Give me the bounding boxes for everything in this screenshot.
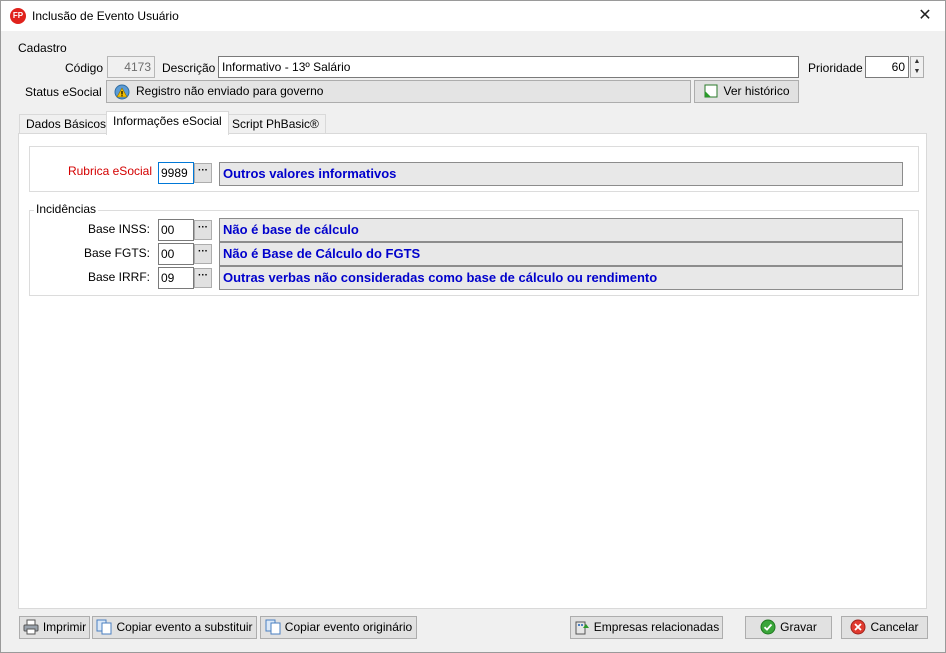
codigo-label: Código [65, 61, 104, 75]
copy-icon [96, 619, 112, 635]
gravar-button[interactable]: Gravar [745, 616, 832, 639]
base-irrf-lookup-button[interactable]: ··· [194, 268, 212, 288]
spin-up-icon[interactable]: ▲ [911, 57, 923, 67]
companies-icon [575, 621, 589, 635]
prioridade-field[interactable]: 60 [865, 56, 909, 78]
copiar-evento-substituir-label: Copiar evento a substituir [116, 620, 253, 634]
cancelar-label: Cancelar [870, 620, 919, 634]
copiar-evento-substituir-button[interactable]: Copiar evento a substituir [92, 616, 257, 639]
cancelar-button[interactable]: Cancelar [841, 616, 928, 639]
status-esocial-label: Status eSocial [25, 85, 102, 99]
ver-historico-button[interactable]: Ver histórico [694, 80, 799, 103]
rubrica-esocial-label: Rubrica eSocial [67, 164, 152, 178]
base-fgts-description: Não é Base de Cálculo do FGTS [219, 242, 903, 266]
status-esocial-text: Registro não enviado para governo [136, 84, 324, 98]
tab-panel-esocial: Rubrica eSocial 9989 ··· Outros valores … [18, 133, 927, 609]
copy-icon [265, 619, 281, 635]
base-inss-lookup-button[interactable]: ··· [194, 220, 212, 240]
imprimir-button[interactable]: Imprimir [19, 616, 90, 639]
base-fgts-label: Base FGTS: [83, 246, 150, 260]
rubrica-description: Outros valores informativos [219, 162, 903, 186]
tab-script-phbasic[interactable]: Script PhBasic® [225, 114, 326, 135]
base-inss-description: Não é base de cálculo [219, 218, 903, 242]
copiar-evento-originario-label: Copiar evento originário [284, 620, 413, 634]
app-logo-icon: FP [10, 8, 26, 24]
rubrica-code-input[interactable]: 9989 [158, 162, 194, 184]
warning-status-icon [114, 84, 130, 100]
tab-dados-basicos[interactable]: Dados Básicos [19, 114, 114, 135]
base-fgts-code-input[interactable]: 00 [158, 243, 194, 265]
incidencias-group-title: Incidências [34, 202, 99, 216]
tab-informacoes-esocial[interactable]: Informações eSocial [106, 111, 229, 135]
empresas-relacionadas-label: Empresas relacionadas [593, 620, 720, 634]
empresas-relacionadas-button[interactable]: Empresas relacionadas [570, 616, 723, 639]
base-irrf-description: Outras verbas não consideradas como base… [219, 266, 903, 290]
ver-historico-label: Ver histórico [723, 84, 790, 98]
status-esocial-box: Registro não enviado para governo [106, 80, 691, 103]
check-icon [760, 619, 776, 635]
codigo-field: 4173 [107, 56, 155, 78]
close-button[interactable]: ✕ [905, 1, 945, 31]
base-irrf-code-input[interactable]: 09 [158, 267, 194, 289]
copiar-evento-originario-button[interactable]: Copiar evento originário [260, 616, 417, 639]
rubrica-lookup-button[interactable]: ··· [194, 163, 212, 183]
descricao-field[interactable]: Informativo - 13º Salário [218, 56, 799, 78]
cancel-icon [850, 619, 866, 635]
spin-down-icon[interactable]: ▼ [911, 67, 923, 77]
title-bar: FP Inclusão de Evento Usuário ✕ [1, 1, 945, 31]
base-inss-label: Base INSS: [87, 222, 150, 236]
cadastro-group-title: Cadastro [18, 41, 67, 55]
printer-icon [23, 619, 39, 635]
prioridade-label: Prioridade [808, 61, 863, 75]
gravar-label: Gravar [780, 620, 817, 634]
window-title: Inclusão de Evento Usuário [32, 9, 179, 23]
imprimir-label: Imprimir [42, 620, 87, 634]
base-irrf-label: Base IRRF: [87, 270, 150, 284]
base-inss-code-input[interactable]: 00 [158, 219, 194, 241]
descricao-label: Descrição [162, 61, 216, 75]
dialog-window: FP Inclusão de Evento Usuário ✕ Cadastro… [0, 0, 946, 653]
prioridade-spinner[interactable]: ▲ ▼ [910, 56, 924, 78]
base-fgts-lookup-button[interactable]: ··· [194, 244, 212, 264]
history-icon [704, 84, 718, 98]
